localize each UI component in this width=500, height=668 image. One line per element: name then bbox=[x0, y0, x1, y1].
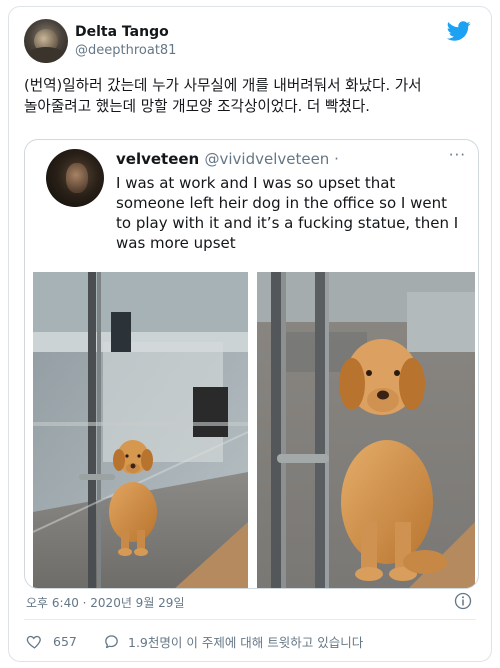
quoted-author-display-name[interactable]: velveteen bbox=[116, 150, 199, 168]
quoted-author-avatar[interactable] bbox=[46, 149, 104, 207]
photo-statue-wide[interactable] bbox=[33, 272, 248, 588]
heart-icon bbox=[26, 635, 41, 649]
like-button[interactable]: 657 bbox=[26, 632, 77, 650]
speech-bubble-icon bbox=[105, 634, 118, 648]
quoted-author-line[interactable]: velveteen @vividvelveteen · bbox=[116, 150, 339, 168]
author-handle[interactable]: @deepthroat81 bbox=[75, 43, 176, 58]
info-icon[interactable] bbox=[454, 592, 472, 610]
tweet-text: (번역)일하러 갔는데 누가 사무실에 개를 내버려둬서 화났다. 가서 놀아줄… bbox=[24, 77, 427, 115]
author-avatar[interactable] bbox=[24, 19, 68, 63]
actions-divider bbox=[24, 619, 476, 620]
tweet-timestamp[interactable]: 오후 6:40 · 2020년 9월 29일 bbox=[26, 594, 184, 611]
twitter-bird-icon[interactable] bbox=[447, 19, 471, 43]
quoted-more-dots: ··· bbox=[448, 146, 466, 164]
quoted-author-handle[interactable]: @vividvelveteen · bbox=[204, 150, 338, 168]
conversation-text: 1.9천명이 이 주제에 대해 트윗하고 있습니다 bbox=[128, 634, 364, 650]
like-count: 657 bbox=[53, 633, 77, 649]
quoted-tweet-text: I was at work and I was so upset that so… bbox=[116, 174, 459, 252]
photo-statue-closeup[interactable] bbox=[257, 272, 475, 588]
author-display-name[interactable]: Delta Tango bbox=[75, 24, 169, 40]
quoted-tweet[interactable]: velveteen @vividvelveteen · ··· I was at… bbox=[24, 139, 479, 589]
conversation-link[interactable]: 1.9천명이 이 주제에 대해 트윗하고 있습니다 bbox=[103, 632, 363, 650]
tweet-card: Delta Tango @deepthroat81 (번역)일하러 갔는데 누가… bbox=[8, 6, 492, 662]
